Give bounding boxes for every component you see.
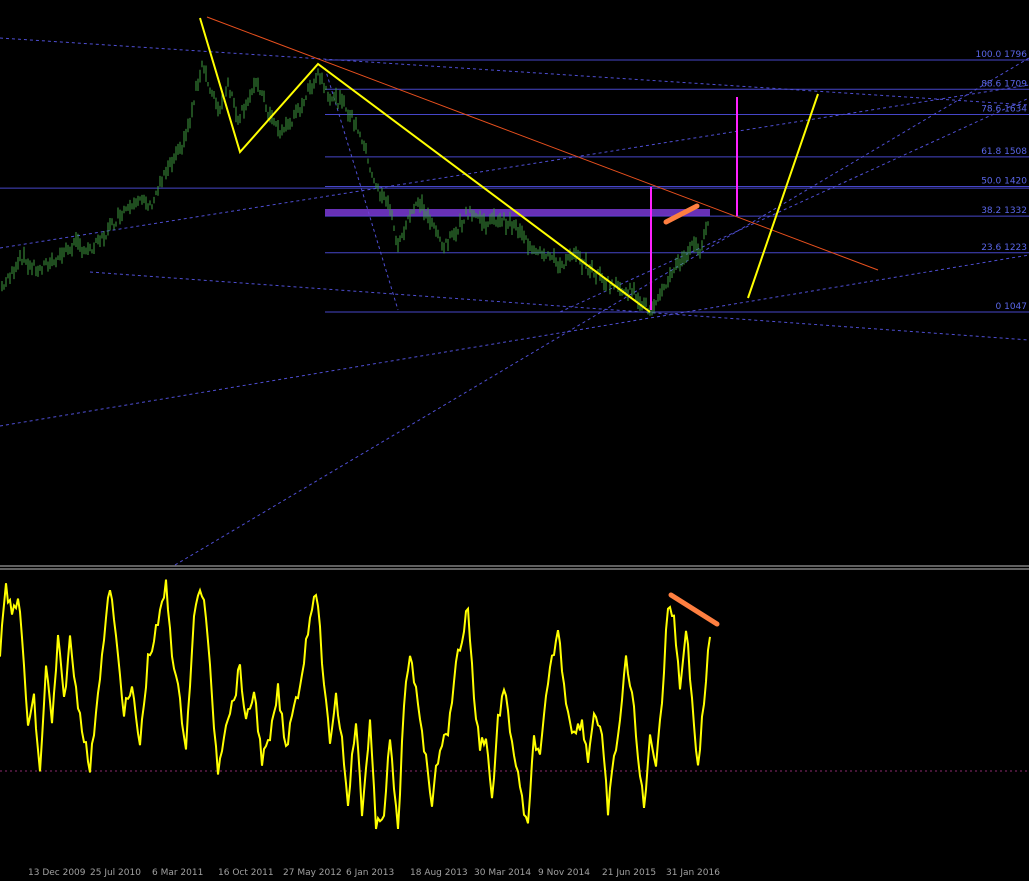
chart-background <box>0 0 1029 877</box>
fib-level-label: 88.6 1709 <box>981 79 1027 89</box>
fib-level-label: 61.8 1508 <box>981 147 1027 157</box>
fib-level-label: 0 1047 <box>996 302 1028 312</box>
date-tick-label: 16 Oct 2011 <box>218 868 274 877</box>
fib-level-label: 78.6 1634 <box>981 105 1027 115</box>
fib-level-label: 50.0 1420 <box>981 177 1027 187</box>
fib-level-label: 38.2 1332 <box>981 206 1027 216</box>
date-tick-label: 27 May 2012 <box>283 868 342 877</box>
date-tick-label: 25 Jul 2010 <box>90 868 141 877</box>
fib-level-label: 23.6 1223 <box>981 243 1027 253</box>
date-tick-label: 13 Dec 2009 <box>28 868 86 877</box>
date-tick-label: 6 Jan 2013 <box>346 868 394 877</box>
date-axis: 13 Dec 2009 25 Jul 2010 6 Mar 2011 16 Oct 2… <box>28 868 720 878</box>
date-tick-label: 9 Nov 2014 <box>538 868 590 877</box>
date-tick-label: 30 Mar 2014 <box>474 868 531 877</box>
trading-chart: 100.0 1796 88.6 1709 78.6 1634 61.8 1508 50.… <box>0 0 1029 878</box>
fib-level-label: 100.0 1796 <box>975 50 1027 60</box>
date-tick-label: 21 Jun 2015 <box>602 868 656 877</box>
date-tick-label: 18 Aug 2013 <box>410 868 468 877</box>
chart-canvas: 100.0 1796 88.6 1709 78.6 1634 61.8 1508 50.… <box>0 0 1029 878</box>
date-tick-label: 31 Jan 2016 <box>666 868 720 877</box>
date-tick-label: 6 Mar 2011 <box>152 868 203 877</box>
